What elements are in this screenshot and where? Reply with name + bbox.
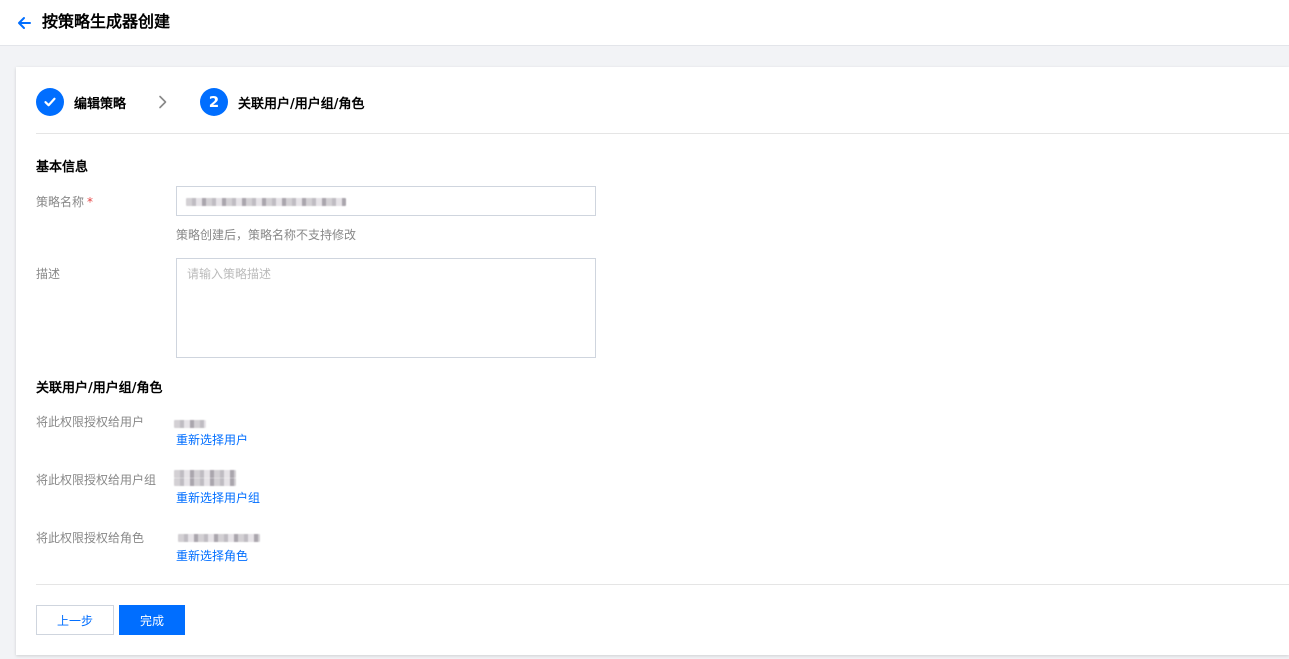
policy-name-label: 策略名称 * xyxy=(36,195,94,209)
user-value-obscured xyxy=(174,420,206,428)
association-title: 关联用户/用户组/角色 xyxy=(36,381,163,396)
prev-step-button[interactable]: 上一步 xyxy=(36,605,114,635)
description-label: 描述 xyxy=(36,267,61,281)
step-1-label: 编辑策略 xyxy=(74,96,127,112)
description-textarea[interactable]: 请输入策略描述 xyxy=(176,258,596,358)
role-value-obscured xyxy=(178,534,260,542)
basic-info-title: 基本信息 xyxy=(36,160,89,175)
user-label: 将此权限授权给用户 xyxy=(36,415,145,429)
top-bar: 按策略生成器创建 xyxy=(0,0,1289,46)
reselect-user-link[interactable]: 重新选择用户 xyxy=(176,431,248,448)
reselect-group-link[interactable]: 重新选择用户组 xyxy=(176,489,260,506)
policy-name-help: 策略创建后，策略名称不支持修改 xyxy=(176,228,357,242)
policy-name-input[interactable] xyxy=(176,186,596,216)
main-card: 编辑策略 2 关联用户/用户组/角色 基本信息 策略名称 * 策略创建后，策略名称… xyxy=(16,67,1289,655)
arrow-left-icon[interactable] xyxy=(14,13,34,33)
policy-name-value-obscured xyxy=(186,198,346,206)
required-mark: * xyxy=(87,195,94,209)
chevron-right-icon xyxy=(158,95,168,109)
step-2-label: 关联用户/用户组/角色 xyxy=(238,96,365,112)
finish-button[interactable]: 完成 xyxy=(119,605,185,635)
reselect-role-link[interactable]: 重新选择角色 xyxy=(176,547,248,564)
group-value-obscured-2 xyxy=(174,478,236,486)
step-2-number: 2 xyxy=(200,88,229,116)
group-value-obscured-1 xyxy=(174,470,236,478)
group-label: 将此权限授权给用户组 xyxy=(36,473,157,487)
divider xyxy=(36,133,1289,134)
role-label: 将此权限授权给角色 xyxy=(36,531,145,545)
stepper: 编辑策略 2 关联用户/用户组/角色 xyxy=(36,87,365,117)
page-title: 按策略生成器创建 xyxy=(42,12,171,31)
footer-divider xyxy=(36,584,1289,585)
check-icon xyxy=(36,88,64,116)
